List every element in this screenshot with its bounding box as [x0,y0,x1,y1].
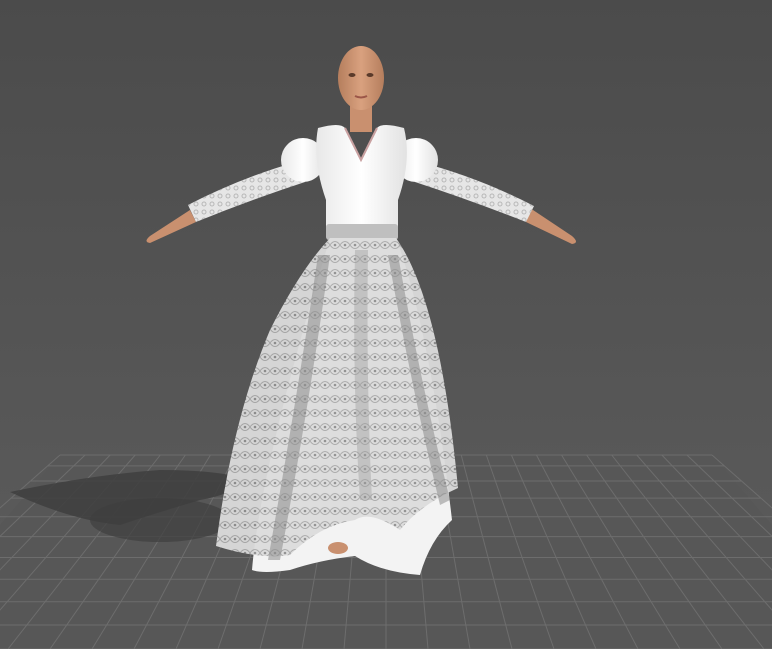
3d-viewport[interactable] [0,0,772,649]
head [338,46,384,110]
waistband [326,224,398,240]
foot [328,542,348,554]
right-eye [366,73,374,77]
avatar-shadow-feet [90,498,230,542]
left-eye [348,73,356,77]
viewport-scene[interactable] [0,0,772,649]
